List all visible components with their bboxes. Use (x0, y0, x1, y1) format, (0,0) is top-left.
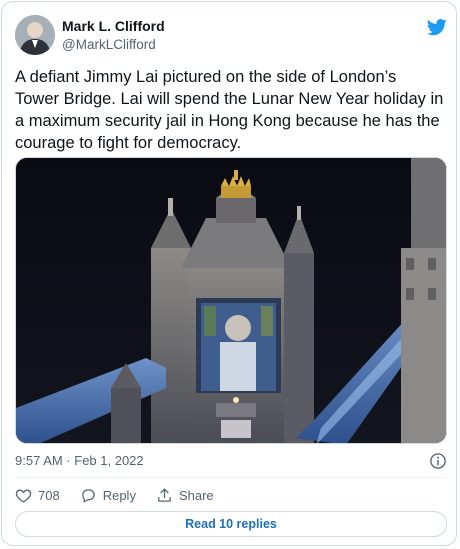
author-handle[interactable]: @MarkLClifford (62, 37, 156, 52)
heart-icon (15, 489, 32, 503)
divider (15, 477, 447, 478)
like-button[interactable]: 708 (15, 487, 60, 504)
share-button[interactable]: Share (156, 487, 214, 504)
read-replies-button[interactable]: Read 10 replies (15, 511, 447, 537)
like-count: 708 (38, 487, 60, 503)
share-label: Share (178, 487, 214, 503)
share-icon (158, 487, 171, 502)
tweet-text: A defiant Jimmy Lai pictured on the side… (15, 68, 444, 152)
reply-button[interactable]: Reply (80, 487, 136, 504)
reply-label: Reply (102, 487, 136, 503)
info-icon[interactable] (429, 452, 447, 470)
tweet-photo[interactable] (15, 157, 447, 444)
twitter-bird-icon[interactable] (426, 17, 448, 37)
tweet-actions: 708 Reply Share (15, 485, 234, 505)
reply-icon (81, 488, 95, 503)
tweet-card: Mark L. Clifford @MarkLClifford A defian… (1, 1, 457, 546)
author-name[interactable]: Mark L. Clifford (62, 18, 165, 34)
author-avatar[interactable] (15, 15, 55, 55)
tweet-timestamp[interactable]: 9:57 AM · Feb 1, 2022 (15, 453, 144, 468)
